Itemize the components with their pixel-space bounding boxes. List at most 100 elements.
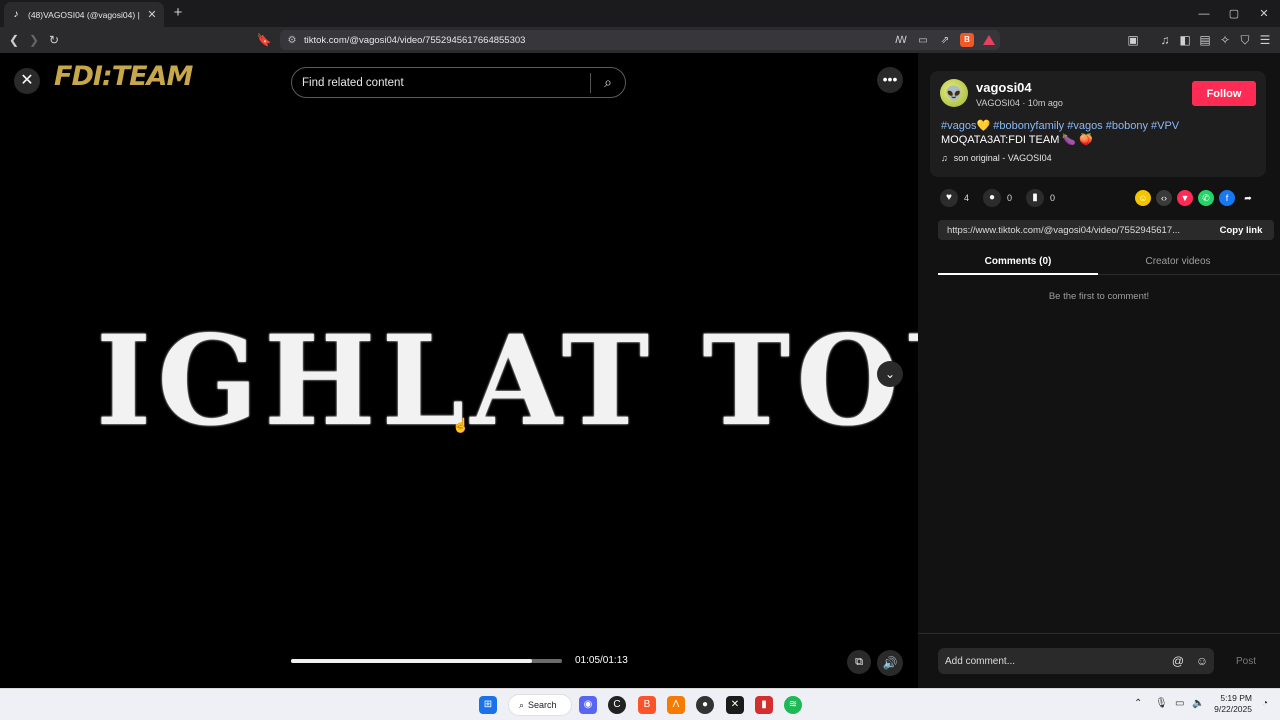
maximize-button[interactable]: ▢ bbox=[1218, 0, 1250, 27]
bookmark-icon[interactable]: 🔖 bbox=[256, 32, 272, 48]
engagement-actions: ♥ 4 ● 0 ▮ 0 bbox=[940, 189, 1069, 207]
comment-icon[interactable]: ● bbox=[983, 189, 1002, 207]
comment-action[interactable]: ● 0 bbox=[983, 189, 1012, 207]
reload-icon[interactable]: ↻ bbox=[46, 32, 62, 48]
leo-ai-icon[interactable]: ✧ bbox=[1217, 32, 1233, 48]
sidebar-icon[interactable]: ◧ bbox=[1177, 32, 1193, 48]
like-count: 4 bbox=[964, 193, 970, 203]
start-icon[interactable]: ⊞ bbox=[479, 696, 497, 714]
music-info[interactable]: ♫ son original - VAGOSI04 bbox=[941, 153, 1052, 163]
tab-title: (48)VAGOSI04 (@vagosi04) | bbox=[28, 9, 140, 20]
facebook-icon[interactable]: f bbox=[1219, 190, 1235, 206]
music-title[interactable]: son original - VAGOSI04 bbox=[954, 153, 1052, 163]
comment-box[interactable]: @ ☺ bbox=[938, 648, 1214, 674]
address-bar[interactable]: ⚙ tiktok.com/@vagosi04/video/75529456176… bbox=[280, 30, 1000, 50]
copy-link-button[interactable]: Copy link bbox=[1208, 225, 1274, 236]
author-username[interactable]: vagosi04 bbox=[976, 80, 1032, 95]
close-video-button[interactable]: ✕ bbox=[14, 68, 40, 94]
bookmark-save-icon[interactable]: ▮ bbox=[1026, 189, 1045, 207]
spotify-icon[interactable]: ≋ bbox=[784, 696, 802, 714]
more-share-icon[interactable]: ➦ bbox=[1240, 190, 1256, 206]
save-count: 0 bbox=[1050, 193, 1056, 203]
brave-rewards-icon[interactable] bbox=[978, 34, 1000, 46]
brave-shield-icon[interactable]: B bbox=[956, 33, 978, 47]
screenshot-icon[interactable]: ▣ bbox=[1125, 32, 1141, 48]
emoji-icon[interactable]: ☺ bbox=[1190, 654, 1214, 668]
embed-icon[interactable]: ‹› bbox=[1156, 190, 1172, 206]
like-action[interactable]: ♥ 4 bbox=[940, 189, 969, 207]
video-time: 01:05/01:13 bbox=[575, 655, 628, 666]
search-icon[interactable]: ⌕ bbox=[591, 74, 625, 91]
comment-count: 0 bbox=[1007, 193, 1013, 203]
picture-in-picture-button[interactable]: ⧉ bbox=[847, 650, 871, 674]
microphone-icon[interactable]: 🎙 bbox=[1155, 698, 1168, 709]
browser-nav-bar: ❮ ❯ ↻ 🔖 ⚙ tiktok.com/@vagosi04/video/755… bbox=[0, 27, 1280, 53]
video-caption: MOQATA3AT:FDI TEAM 🍆 🍑 bbox=[941, 134, 1093, 146]
heart-icon[interactable]: ♥ bbox=[940, 189, 958, 207]
fdi-team-logo: FDI:TEAM bbox=[54, 61, 193, 92]
close-tab-icon[interactable]: ✕ bbox=[146, 8, 158, 21]
network-icon[interactable]: ▭ bbox=[1175, 698, 1184, 709]
brave-browser-icon[interactable]: B bbox=[638, 696, 656, 714]
hand-cursor-icon: ☝ bbox=[452, 417, 470, 433]
whatsapp-icon[interactable]: ✆ bbox=[1198, 190, 1214, 206]
empty-comments-message: Be the first to comment! bbox=[1048, 291, 1150, 302]
browser-tab[interactable]: ♪ (48)VAGOSI04 (@vagosi04) | ✕ bbox=[4, 2, 164, 27]
hashtags[interactable]: #vagos💛 #bobonyfamily #vagos #bobony #VP… bbox=[941, 119, 1179, 132]
no-tracking-icon[interactable]: ꟿ bbox=[890, 35, 912, 46]
app-github-icon[interactable]: ● bbox=[696, 696, 714, 714]
forward-icon[interactable]: ❯ bbox=[26, 32, 42, 48]
more-options-button[interactable]: ••• bbox=[877, 67, 903, 93]
app-c-icon[interactable]: C bbox=[608, 696, 626, 714]
notification-icon[interactable]: ◔ bbox=[1262, 698, 1268, 709]
related-search-bar[interactable]: ⌕ bbox=[291, 67, 626, 98]
avatar[interactable]: 👽 bbox=[940, 79, 968, 107]
volume-button[interactable]: 🔊 bbox=[877, 650, 903, 676]
wallet-icon[interactable]: ▤ bbox=[1197, 32, 1213, 48]
discord-icon[interactable]: ◉ bbox=[579, 696, 597, 714]
url-text[interactable]: tiktok.com/@vagosi04/video/7552945617664… bbox=[304, 35, 890, 46]
share-buttons: ☺ ‹› ▼ ✆ f ➦ bbox=[1135, 190, 1256, 206]
taskbar-search[interactable]: ⌕ Search bbox=[508, 694, 572, 716]
friends-share-icon[interactable]: ☺ bbox=[1135, 190, 1151, 206]
save-action[interactable]: ▮ 0 bbox=[1026, 189, 1055, 207]
cast-icon[interactable]: ▭ bbox=[912, 35, 934, 46]
video-progress-fill bbox=[291, 659, 533, 663]
vpn-icon[interactable]: ⛉ bbox=[1237, 32, 1253, 48]
minimize-button[interactable]: — bbox=[1188, 0, 1220, 27]
comment-input[interactable] bbox=[938, 655, 1166, 667]
app-red-icon[interactable]: ▮ bbox=[755, 696, 773, 714]
app-capcut-icon[interactable]: ✕ bbox=[726, 696, 744, 714]
share-link-text[interactable]: https://www.tiktok.com/@vagosi04/video/7… bbox=[938, 225, 1208, 236]
back-icon[interactable]: ❮ bbox=[6, 32, 22, 48]
follow-button[interactable]: Follow bbox=[1192, 81, 1256, 106]
speaker-icon[interactable]: 🔈 bbox=[1192, 698, 1204, 709]
description-card: 👽 vagosi04 VAGOSI04 · 10m ago Follow #va… bbox=[930, 71, 1266, 177]
tab-creator-videos[interactable]: Creator videos bbox=[1098, 251, 1258, 275]
music-note-icon: ♫ bbox=[941, 153, 948, 163]
tab-comments[interactable]: Comments (0) bbox=[938, 251, 1098, 275]
windows-taskbar: ⊞ ⌕ Search ◉ C B Λ ● ✕ ▮ ≋ ⌃ 🎙 ▭ 🔈 5:19 P… bbox=[0, 688, 1280, 720]
search-input[interactable] bbox=[292, 76, 590, 89]
details-panel: 👽 vagosi04 VAGOSI04 · 10m ago Follow #va… bbox=[918, 53, 1280, 688]
site-info-icon[interactable]: ⚙ bbox=[280, 35, 304, 46]
tiktok-favicon-icon: ♪ bbox=[13, 9, 19, 20]
send-to-friends-icon[interactable]: ▼ bbox=[1177, 190, 1193, 206]
next-video-button[interactable]: ⌄ bbox=[877, 361, 903, 387]
post-button[interactable]: Post bbox=[1236, 656, 1256, 667]
video-progress-bar[interactable] bbox=[291, 659, 562, 663]
taskbar-clock[interactable]: 5:19 PM 9/22/2025 bbox=[1212, 693, 1252, 715]
mention-icon[interactable]: @ bbox=[1166, 654, 1190, 668]
tray-overflow-icon[interactable]: ⌃ bbox=[1134, 698, 1142, 709]
share-icon[interactable]: ⇗ bbox=[934, 35, 956, 46]
media-icon[interactable]: ♫ bbox=[1157, 32, 1173, 48]
clock-time: 5:19 PM bbox=[1220, 693, 1252, 703]
menu-icon[interactable]: ☰ bbox=[1257, 32, 1273, 48]
video-overlay-text: IGHLAT TOUT bbox=[96, 307, 1108, 454]
app-a-icon[interactable]: Λ bbox=[667, 696, 685, 714]
share-link-box: https://www.tiktok.com/@vagosi04/video/7… bbox=[938, 220, 1274, 240]
video-player[interactable]: IGHLAT TOUT bbox=[36, 53, 1102, 688]
clock-date: 9/22/2025 bbox=[1214, 704, 1252, 714]
close-window-button[interactable]: ✕ bbox=[1248, 0, 1280, 27]
new-tab-button[interactable]: + bbox=[170, 4, 186, 22]
